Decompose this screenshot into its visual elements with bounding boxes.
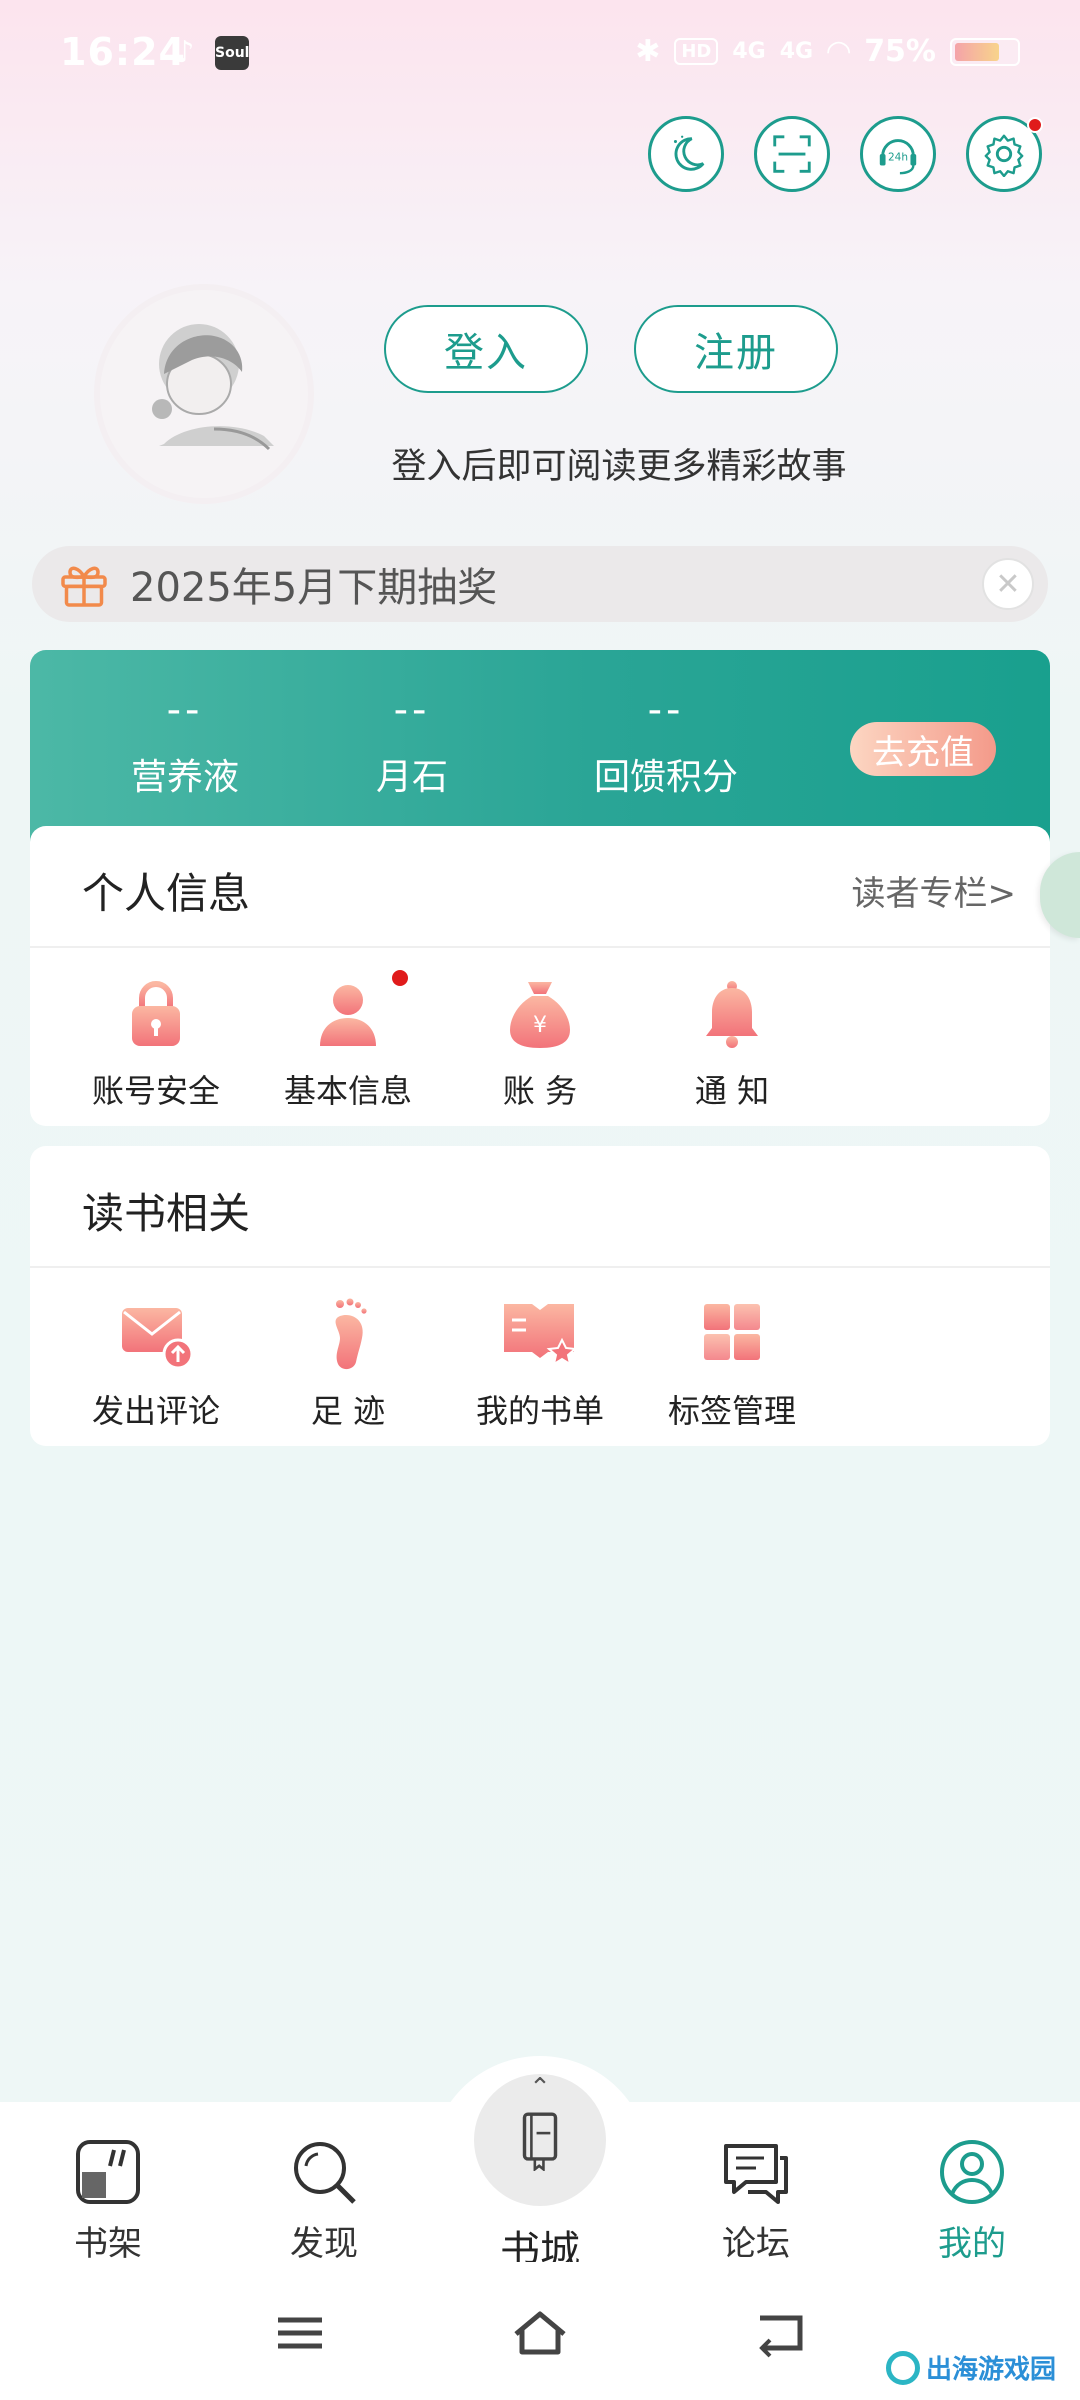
stat-value: -- xyxy=(393,687,431,733)
scan-button[interactable] xyxy=(754,116,830,192)
back-button[interactable] xyxy=(750,2308,810,2358)
avatar[interactable] xyxy=(100,290,308,498)
battery-fill xyxy=(955,42,999,61)
nav-forum[interactable]: 论坛 xyxy=(676,2136,836,2265)
svg-text:¥: ¥ xyxy=(533,1013,547,1038)
search-icon xyxy=(294,2142,356,2204)
night-mode-button[interactable] xyxy=(648,116,724,192)
watermark-text: 出海游戏园 xyxy=(925,2355,1056,2385)
nav-bookshelf[interactable]: 书架 xyxy=(28,2136,188,2265)
watermark: 出海游戏园 xyxy=(885,2349,1056,2386)
tiktok-icon: ♪ xyxy=(175,35,195,70)
scan-icon xyxy=(773,135,811,173)
booklist-item[interactable]: 我的书单 xyxy=(454,1296,626,1432)
personal-info-card: 个人信息 读者专栏> 账号安全 基本信息 ¥ 账 务 通 知 xyxy=(30,826,1050,1126)
menu-icon xyxy=(278,2317,322,2349)
register-button[interactable]: 注册 xyxy=(634,305,838,393)
signal-2-icon: 4G xyxy=(779,39,814,64)
profile-icon xyxy=(940,2140,1004,2204)
nav-label: 书架 xyxy=(74,2224,142,2264)
item-label: 足 迹 xyxy=(310,1392,386,1430)
login-hint: 登入后即可阅读更多精彩故事 xyxy=(391,447,847,487)
login-button[interactable]: 登入 xyxy=(384,305,588,393)
battery-icon xyxy=(950,37,1020,66)
item-label: 标签管理 xyxy=(667,1392,796,1430)
bell-icon xyxy=(706,981,758,1048)
nav-label: 我的 xyxy=(938,2224,1006,2264)
account-security-item[interactable]: 账号安全 xyxy=(70,976,242,1112)
nav-label: 发现 xyxy=(290,2224,358,2264)
customer-service-icon: 24h xyxy=(879,139,917,175)
nav-mine[interactable]: 我的 xyxy=(892,2136,1052,2265)
item-label: 账 务 xyxy=(502,1072,578,1110)
battery-text: 75% xyxy=(864,34,936,69)
svg-text:24h: 24h xyxy=(888,152,908,164)
footprint-icon xyxy=(335,1298,367,1370)
comments-item[interactable]: 发出评论 xyxy=(70,1296,242,1432)
tags-management-item[interactable]: 标签管理 xyxy=(646,1296,818,1432)
stat-label: 月石 xyxy=(375,757,448,798)
basic-info-badge xyxy=(392,970,408,986)
envelope-icon xyxy=(122,1308,194,1370)
stat-moonstone[interactable]: -- 月石 xyxy=(302,688,522,800)
nav-discover[interactable]: 发现 xyxy=(244,2136,404,2265)
soul-app-icon: Soul xyxy=(215,36,249,70)
stat-label: 回馈积分 xyxy=(593,757,738,798)
item-label: 基本信息 xyxy=(283,1072,412,1110)
watermark-logo-icon xyxy=(885,2350,920,2385)
menu-button[interactable] xyxy=(270,2308,330,2358)
wifi-icon: ◠ xyxy=(827,34,851,69)
footprint-item[interactable]: 足 迹 xyxy=(262,1296,434,1432)
stats-card: -- 营养液 -- 月石 -- 回馈积分 去充值 xyxy=(30,650,1050,850)
lock-icon xyxy=(132,981,180,1046)
divider xyxy=(30,946,1050,948)
item-label: 账号安全 xyxy=(91,1072,220,1110)
stat-nutrient[interactable]: -- 营养液 xyxy=(75,688,295,800)
top-actions: 24h xyxy=(648,116,1043,192)
stat-label: 营养液 xyxy=(130,757,239,798)
section-title: 读书相关 xyxy=(82,1189,251,1238)
booklist-icon xyxy=(504,1304,578,1367)
finance-item[interactable]: ¥ 账 务 xyxy=(454,976,626,1112)
status-right: ✱ HD 4G 4G ◠ 75% xyxy=(635,34,1020,69)
chat-icon xyxy=(724,2144,788,2204)
nav-label: 论坛 xyxy=(722,2224,790,2264)
moon-icon xyxy=(673,135,705,171)
item-label: 发出评论 xyxy=(91,1392,220,1430)
lottery-banner[interactable]: 2025年5月下期抽奖 ✕ xyxy=(32,546,1048,622)
reading-card: 读书相关 发出评论 足 迹 我的书单 标签管理 xyxy=(30,1146,1050,1446)
hd-badge: HD xyxy=(674,38,719,65)
item-label: 我的书单 xyxy=(475,1392,604,1430)
stat-points[interactable]: -- 回馈积分 xyxy=(556,688,776,800)
stat-value: -- xyxy=(647,687,685,733)
close-icon[interactable]: ✕ xyxy=(982,558,1034,610)
signal-1-icon: 4G xyxy=(732,39,766,64)
home-button[interactable] xyxy=(510,2308,570,2358)
section-title: 个人信息 xyxy=(82,869,251,918)
nfc-icon: ✱ xyxy=(635,34,661,69)
reader-column-link[interactable]: 读者专栏> xyxy=(852,866,1017,915)
bookshelf-icon xyxy=(76,2140,140,2204)
back-icon xyxy=(759,2315,803,2358)
money-bag-icon: ¥ xyxy=(510,982,570,1048)
book-icon xyxy=(522,2112,558,2171)
item-label: 通 知 xyxy=(694,1072,770,1110)
home-icon xyxy=(514,2311,566,2355)
settings-icon xyxy=(984,134,1024,177)
lottery-label: 2025年5月下期抽奖 xyxy=(130,565,498,611)
settings-badge xyxy=(1027,117,1043,133)
divider xyxy=(30,1266,1050,1268)
user-icon xyxy=(320,985,376,1046)
avatar-illustration xyxy=(152,324,274,451)
basic-info-item[interactable]: 基本信息 xyxy=(262,970,434,1112)
notification-item[interactable]: 通 知 xyxy=(646,976,818,1112)
customer-service-button[interactable]: 24h xyxy=(860,116,936,192)
settings-button[interactable] xyxy=(966,116,1043,192)
chevron-up-icon: ⌃ xyxy=(529,2073,551,2103)
stat-value: -- xyxy=(166,687,204,733)
gift-icon xyxy=(61,566,107,607)
status-bar: 16:24 ♪ Soul ✱ HD 4G 4G ◠ 75% xyxy=(0,0,1080,110)
tags-icon xyxy=(704,1304,760,1360)
recharge-button[interactable]: 去充值 xyxy=(850,722,996,776)
